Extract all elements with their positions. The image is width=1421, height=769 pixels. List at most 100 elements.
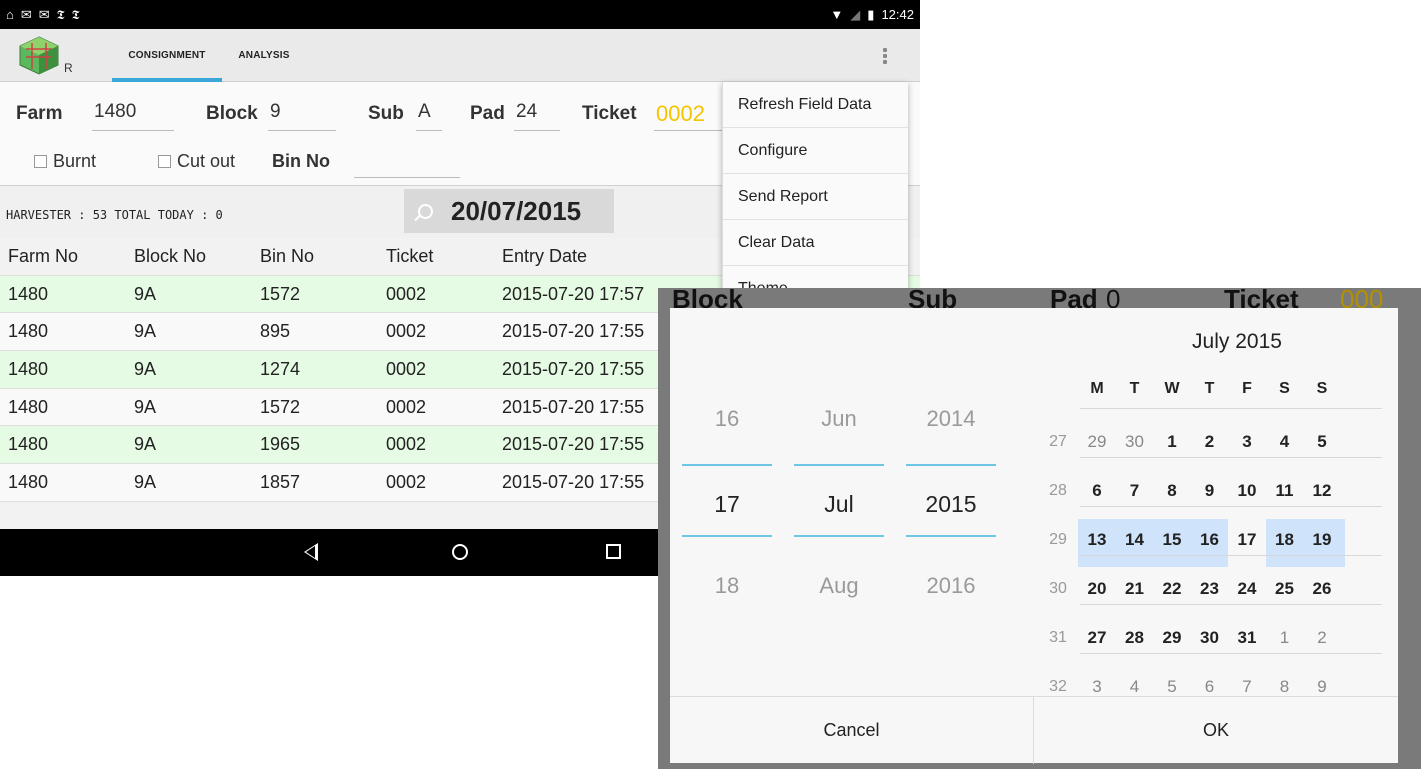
year-prev[interactable]: 2014 xyxy=(906,406,996,432)
calendar-day[interactable]: 29 xyxy=(1082,432,1112,452)
nyt-icon: 𝕿 xyxy=(56,7,65,22)
calendar-day[interactable]: 4 xyxy=(1120,677,1150,697)
month-current[interactable]: Jul xyxy=(794,491,884,518)
calendar-day[interactable]: 3 xyxy=(1082,677,1112,697)
calendar-day[interactable]: 27 xyxy=(1082,628,1112,648)
cutout-checkbox[interactable]: Cut out xyxy=(158,151,235,172)
calendar-day[interactable]: 3 xyxy=(1232,432,1262,452)
month-spinner[interactable]: Jun Jul Aug xyxy=(794,308,884,696)
ticket-input[interactable]: 0002 xyxy=(654,101,722,131)
calendar-day[interactable]: 19 xyxy=(1307,530,1337,550)
spinner-divider xyxy=(794,535,884,537)
calendar-day[interactable]: 25 xyxy=(1270,579,1300,599)
spinner-divider xyxy=(682,535,772,537)
year-current[interactable]: 2015 xyxy=(906,491,996,518)
calendar-row-divider xyxy=(1080,506,1382,507)
cell-block: 9A xyxy=(134,283,157,304)
calendar-day[interactable]: 5 xyxy=(1157,677,1187,697)
back-icon[interactable] xyxy=(304,543,318,561)
calendar-day[interactable]: 26 xyxy=(1307,579,1337,599)
mail-icon: ✉ xyxy=(38,7,50,22)
ok-button[interactable]: OK xyxy=(1034,697,1398,764)
calendar-row-divider xyxy=(1080,457,1382,458)
tab-analysis[interactable]: ANALYSIS xyxy=(224,29,304,82)
calendar-day[interactable]: 1 xyxy=(1157,432,1187,452)
bin-no-input[interactable] xyxy=(354,148,460,178)
cancel-button[interactable]: Cancel xyxy=(670,697,1034,764)
burnt-checkbox[interactable]: Burnt xyxy=(34,151,96,172)
week-number: 29 xyxy=(1049,531,1067,548)
calendar-day[interactable]: 23 xyxy=(1195,579,1225,599)
menu-item-clear-data[interactable]: Clear Data xyxy=(723,220,908,266)
calendar-day[interactable]: 4 xyxy=(1270,432,1300,452)
cell-farm: 1480 xyxy=(8,396,49,417)
farm-input[interactable]: 1480 xyxy=(92,101,174,131)
week-number: 27 xyxy=(1049,433,1067,450)
date-filter-button[interactable]: 20/07/2015 xyxy=(404,189,614,233)
day-prev[interactable]: 16 xyxy=(682,406,772,432)
overflow-menu-icon[interactable] xyxy=(880,45,890,67)
logo-letter: R xyxy=(64,61,73,75)
pad-input[interactable]: 24 xyxy=(514,101,560,131)
header-ticket: Ticket xyxy=(386,245,434,266)
calendar-day[interactable]: 2 xyxy=(1307,628,1337,648)
sub-input[interactable]: A xyxy=(416,101,442,131)
calendar-day[interactable]: 15 xyxy=(1157,530,1187,550)
calendar-day[interactable]: 29 xyxy=(1157,628,1187,648)
farm-label: Farm xyxy=(16,103,63,124)
calendar-day[interactable]: 28 xyxy=(1120,628,1150,648)
calendar-month-title: July 2015 xyxy=(1192,330,1282,353)
calendar-day[interactable]: 1 xyxy=(1270,628,1300,648)
calendar-day[interactable]: 14 xyxy=(1120,530,1150,550)
calendar-day[interactable]: 8 xyxy=(1270,677,1300,697)
calendar-day[interactable]: 10 xyxy=(1232,481,1262,501)
calendar-day[interactable]: 24 xyxy=(1232,579,1262,599)
calendar-day[interactable]: 31 xyxy=(1232,628,1262,648)
calendar-day[interactable]: 30 xyxy=(1195,628,1225,648)
calendar-row-divider xyxy=(1080,653,1382,654)
calendar-day[interactable]: 30 xyxy=(1120,432,1150,452)
week-number: 28 xyxy=(1049,482,1067,499)
block-label: Block xyxy=(206,103,258,124)
year-next[interactable]: 2016 xyxy=(906,573,996,599)
day-current[interactable]: 17 xyxy=(682,491,772,518)
calendar-day[interactable]: 8 xyxy=(1157,481,1187,501)
tab-consignment[interactable]: CONSIGNMENT xyxy=(112,29,222,82)
calendar-day[interactable]: 9 xyxy=(1195,481,1225,501)
header-block-no: Block No xyxy=(134,245,207,266)
menu-item-refresh-field-data[interactable]: Refresh Field Data xyxy=(723,82,908,128)
calendar-day[interactable]: 2 xyxy=(1195,432,1225,452)
block-input[interactable]: 9 xyxy=(268,101,336,131)
calendar-day[interactable]: 7 xyxy=(1232,677,1262,697)
date-filter-value: 20/07/2015 xyxy=(451,195,582,226)
calendar-day[interactable]: 13 xyxy=(1082,530,1112,550)
cell-ticket: 0002 xyxy=(386,396,427,417)
day-spinner[interactable]: 16 17 18 xyxy=(682,308,772,696)
calendar-day[interactable]: 6 xyxy=(1082,481,1112,501)
calendar-day[interactable]: 12 xyxy=(1307,481,1337,501)
year-spinner[interactable]: 2014 2015 2016 xyxy=(906,308,996,696)
menu-item-send-report[interactable]: Send Report xyxy=(723,174,908,220)
calendar-day[interactable]: 21 xyxy=(1120,579,1150,599)
spinner-divider xyxy=(794,464,884,466)
calendar-row-divider xyxy=(1080,408,1382,409)
calendar-day[interactable]: 17 xyxy=(1232,530,1262,550)
calendar-day[interactable]: 11 xyxy=(1270,481,1300,501)
calendar-day[interactable]: 22 xyxy=(1157,579,1187,599)
calendar-day[interactable]: 6 xyxy=(1195,677,1225,697)
recent-apps-icon[interactable] xyxy=(606,544,621,559)
calendar-day[interactable]: 20 xyxy=(1082,579,1112,599)
month-prev[interactable]: Jun xyxy=(794,406,884,432)
calendar-day[interactable]: 18 xyxy=(1270,530,1300,550)
cell-block: 9A xyxy=(134,434,157,455)
month-next[interactable]: Aug xyxy=(794,573,884,599)
menu-item-configure[interactable]: Configure xyxy=(723,128,908,174)
calendar-day[interactable]: 7 xyxy=(1120,481,1150,501)
calendar-day[interactable]: 16 xyxy=(1195,530,1225,550)
day-next[interactable]: 18 xyxy=(682,573,772,599)
home-icon[interactable] xyxy=(452,544,468,560)
weekday-label: T xyxy=(1129,380,1140,397)
calendar-day[interactable]: 9 xyxy=(1307,677,1337,697)
calendar-day[interactable]: 5 xyxy=(1307,432,1337,452)
cell-date: 2015-07-20 17:55 xyxy=(502,396,645,417)
